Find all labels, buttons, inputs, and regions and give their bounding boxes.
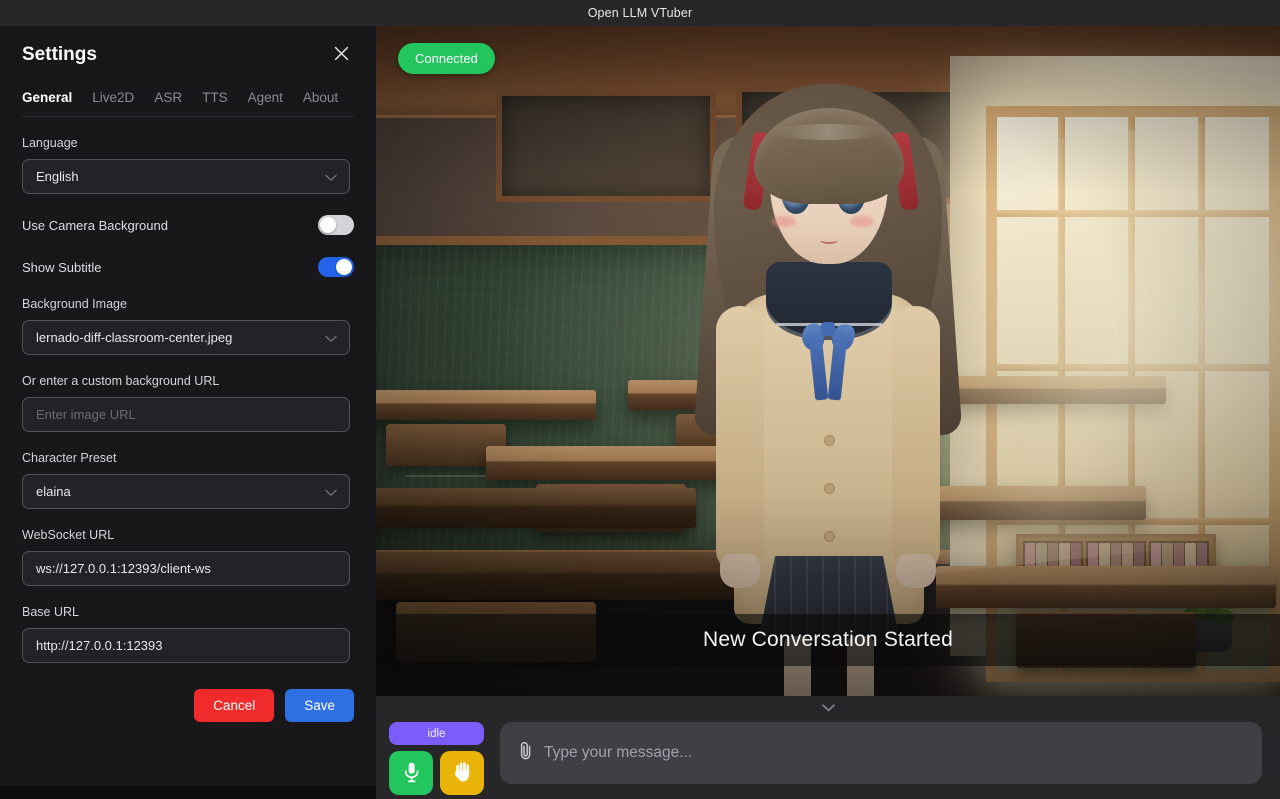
settings-title: Settings <box>22 44 97 66</box>
show-subtitle-toggle[interactable] <box>318 257 354 277</box>
paperclip-icon[interactable] <box>518 741 533 765</box>
collapse-row <box>376 696 1280 720</box>
chevron-down-icon <box>325 169 337 184</box>
toggle-knob <box>336 259 352 275</box>
background-image-label: Background Image <box>22 297 354 311</box>
background-image-select[interactable]: lernado-diff-classroom-center.jpeg <box>22 320 350 355</box>
base-url-label: Base URL <box>22 605 354 619</box>
settings-tabs: General Live2D ASR TTS Agent About <box>22 90 354 117</box>
message-input-wrapper[interactable] <box>500 722 1262 784</box>
ribbon-bow <box>804 322 852 408</box>
state-chip: idle <box>389 722 484 745</box>
settings-actions: Cancel Save <box>22 689 354 722</box>
chevron-down-icon <box>325 484 337 499</box>
language-label: Language <box>22 136 354 150</box>
window-title: Open LLM VTuber <box>588 6 693 20</box>
close-settings-button[interactable] <box>328 42 354 68</box>
toggle-knob <box>320 217 336 233</box>
show-subtitle-label: Show Subtitle <box>22 260 102 275</box>
field-language: Language English <box>22 136 354 194</box>
chevron-down-icon <box>325 330 337 345</box>
base-url-value: http://127.0.0.1:12393 <box>36 638 163 653</box>
use-camera-background-label: Use Camera Background <box>22 218 168 233</box>
custom-background-url-placeholder: Enter image URL <box>36 407 136 422</box>
character-preset-value: elaina <box>36 484 71 499</box>
language-select[interactable]: English <box>22 159 350 194</box>
field-character-preset: Character Preset elaina <box>22 451 354 509</box>
close-icon <box>334 46 349 64</box>
app-window: Open LLM VTuber <box>0 0 1280 799</box>
bottom-bar: idle <box>376 696 1280 799</box>
settings-footer-strip <box>0 786 376 799</box>
subtitle-text: New Conversation Started <box>703 628 953 651</box>
tab-live2d[interactable]: Live2D <box>92 90 134 105</box>
custom-background-url-label: Or enter a custom background URL <box>22 374 354 388</box>
custom-background-url-input[interactable]: Enter image URL <box>22 397 350 432</box>
field-background-image: Background Image lernado-diff-classroom-… <box>22 297 354 355</box>
tab-agent[interactable]: Agent <box>248 90 283 105</box>
field-websocket-url: WebSocket URL ws://127.0.0.1:12393/clien… <box>22 528 354 586</box>
settings-panel: Settings General Live2D ASR TTS Agent Ab… <box>0 26 376 786</box>
vtuber-stage: Connected New Conversation Started idle <box>376 26 1280 799</box>
settings-header: Settings <box>22 26 354 68</box>
base-url-input[interactable]: http://127.0.0.1:12393 <box>22 628 350 663</box>
character-preset-label: Character Preset <box>22 451 354 465</box>
tab-about[interactable]: About <box>303 90 338 105</box>
hand-icon <box>453 761 472 786</box>
field-base-url: Base URL http://127.0.0.1:12393 <box>22 605 354 663</box>
tab-tts[interactable]: TTS <box>202 90 228 105</box>
websocket-url-input[interactable]: ws://127.0.0.1:12393/client-ws <box>22 551 350 586</box>
row-use-camera-background: Use Camera Background <box>22 214 354 236</box>
cancel-button[interactable]: Cancel <box>194 689 274 722</box>
window-title-bar: Open LLM VTuber <box>0 0 1280 26</box>
tab-asr[interactable]: ASR <box>154 90 182 105</box>
classroom-scene: Connected New Conversation Started <box>376 26 1280 696</box>
character-preset-select[interactable]: elaina <box>22 474 350 509</box>
background-image-value: lernado-diff-classroom-center.jpeg <box>36 330 232 345</box>
chevron-down-icon[interactable] <box>815 699 841 717</box>
tab-general[interactable]: General <box>22 90 72 105</box>
microphone-button[interactable] <box>389 751 433 795</box>
websocket-url-value: ws://127.0.0.1:12393/client-ws <box>36 561 211 576</box>
use-camera-background-toggle[interactable] <box>318 215 354 235</box>
save-button[interactable]: Save <box>285 689 354 722</box>
websocket-url-label: WebSocket URL <box>22 528 354 542</box>
message-input[interactable] <box>544 744 1244 762</box>
row-show-subtitle: Show Subtitle <box>22 256 354 278</box>
voice-controls: idle <box>389 722 489 795</box>
microphone-icon <box>403 761 420 786</box>
field-custom-background-url: Or enter a custom background URL Enter i… <box>22 374 354 432</box>
interrupt-button[interactable] <box>440 751 484 795</box>
status-badge: Connected <box>398 43 495 74</box>
vtuber-character <box>662 56 992 696</box>
language-value: English <box>36 169 79 184</box>
subtitle-overlay: New Conversation Started <box>376 614 1280 666</box>
